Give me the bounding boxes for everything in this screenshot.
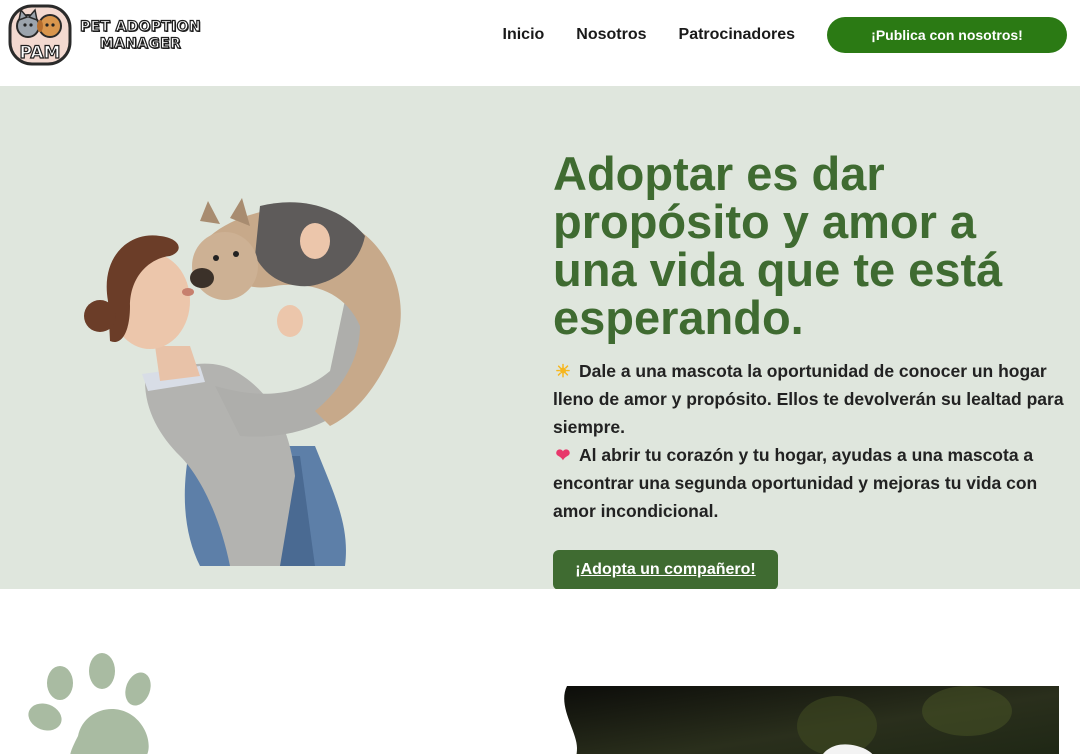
hero-paragraph-2-text: Al abrir tu corazón y tu hogar, ayudas a… xyxy=(553,445,1038,521)
logo-wordmark: PET ADOPTION MANAGER xyxy=(79,18,201,52)
heart-icon: ❤ xyxy=(555,445,571,465)
publish-button[interactable]: ¡Publica con nosotros! xyxy=(827,17,1067,53)
main-nav: Inicio Nosotros Patrocinadores ¡Publica … xyxy=(503,17,1067,53)
svg-text:PAM: PAM xyxy=(20,43,61,63)
hero-paragraph-2: ❤ Al abrir tu corazón y tu hogar, ayudas … xyxy=(553,441,1073,525)
logo-badge-icon: PAM xyxy=(8,4,72,66)
hero-paragraph-1-text: Dale a una mascota la oportunidad de con… xyxy=(553,361,1064,437)
hero-description: ☀ Dale a una mascota la oportunidad de co… xyxy=(553,357,1073,525)
nav-link-patrocinadores[interactable]: Patrocinadores xyxy=(679,26,795,44)
logo[interactable]: PAM PET ADOPTION MANAGER xyxy=(8,4,201,66)
paw-print-icon xyxy=(28,653,151,754)
hero-title: Adoptar es dar propósito y amor a una vi… xyxy=(553,147,1003,344)
hero-paragraph-1: ☀ Dale a una mascota la oportunidad de co… xyxy=(553,357,1073,441)
hero-section: Adoptar es dar propósito y amor a una vi… xyxy=(0,86,1080,590)
site-header: PAM PET ADOPTION MANAGER Inicio Nosotros… xyxy=(0,0,1080,86)
adopt-companion-button[interactable]: ¡Adopta un compañero! xyxy=(553,550,778,590)
sun-icon: ☀ xyxy=(555,361,571,381)
pet-photo-image xyxy=(537,686,1059,754)
lower-section xyxy=(0,589,1080,754)
logo-line-2: MANAGER xyxy=(99,35,182,52)
woman-kissing-dog-image xyxy=(84,198,401,566)
nav-link-inicio[interactable]: Inicio xyxy=(503,26,545,44)
logo-line-1: PET ADOPTION xyxy=(79,18,201,35)
nav-link-nosotros[interactable]: Nosotros xyxy=(576,26,646,44)
